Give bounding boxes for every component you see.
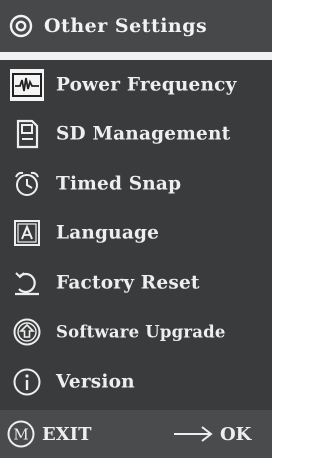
sd-card-icon xyxy=(10,118,44,150)
language-icon xyxy=(10,217,44,249)
menu-item-label: Language xyxy=(56,222,160,244)
alarm-clock-icon xyxy=(10,168,44,200)
menu-item-label: Power Frequency xyxy=(56,74,237,96)
ok-label: OK xyxy=(220,423,252,445)
waveform-icon xyxy=(10,68,44,101)
menu-item-version[interactable]: Version xyxy=(0,357,272,407)
menu-item-language[interactable]: Language xyxy=(0,209,272,259)
menu-item-software-upgrade[interactable]: Software Upgrade xyxy=(0,308,272,358)
info-icon xyxy=(10,366,44,398)
upgrade-icon xyxy=(10,316,44,348)
page-title: Other Settings xyxy=(44,15,208,37)
header-bar: Other Settings xyxy=(0,0,272,52)
menu-item-label: Timed Snap xyxy=(56,173,182,195)
menu-item-label: Version xyxy=(56,371,135,393)
header-divider xyxy=(0,52,272,60)
menu-item-power-frequency[interactable]: Power Frequency xyxy=(0,60,272,110)
reset-icon xyxy=(10,267,44,299)
menu-item-factory-reset[interactable]: Factory Reset xyxy=(0,258,272,308)
arrow-right-icon xyxy=(172,424,214,444)
menu-key-icon: M xyxy=(6,419,36,449)
settings-menu: Power Frequency SD Management Timed Snap… xyxy=(0,60,272,407)
exit-key-letter: M xyxy=(13,426,28,444)
other-settings-screen: Other Settings Power Frequency SD Manage… xyxy=(0,0,272,458)
menu-item-label: Software Upgrade xyxy=(56,322,226,342)
menu-item-label: Factory Reset xyxy=(56,272,200,294)
footer-bar: M EXIT OK xyxy=(0,410,272,458)
settings-icon xyxy=(8,13,34,39)
ok-button[interactable]: OK xyxy=(172,418,251,450)
exit-button[interactable]: M EXIT xyxy=(6,418,92,450)
menu-item-timed-snap[interactable]: Timed Snap xyxy=(0,159,272,209)
menu-item-sd-management[interactable]: SD Management xyxy=(0,110,272,160)
exit-label: EXIT xyxy=(42,423,92,445)
menu-item-label: SD Management xyxy=(56,123,231,145)
